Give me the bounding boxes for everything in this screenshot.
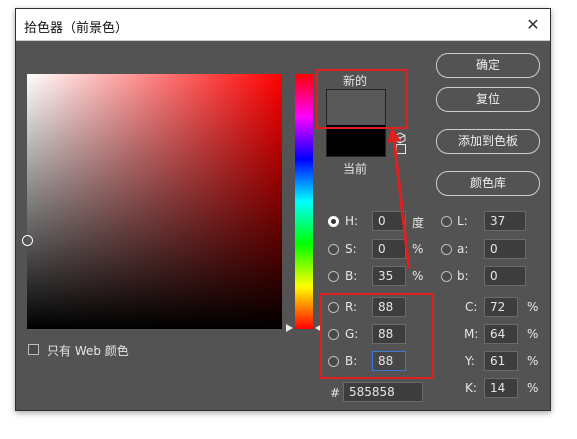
- annotation-arrow: [387, 127, 411, 270]
- color-picker-dialog: 拾色器（前景色） ✕ 新的 当前 确定 复位 添加到色板 颜色库 H: 0 度 …: [15, 8, 551, 411]
